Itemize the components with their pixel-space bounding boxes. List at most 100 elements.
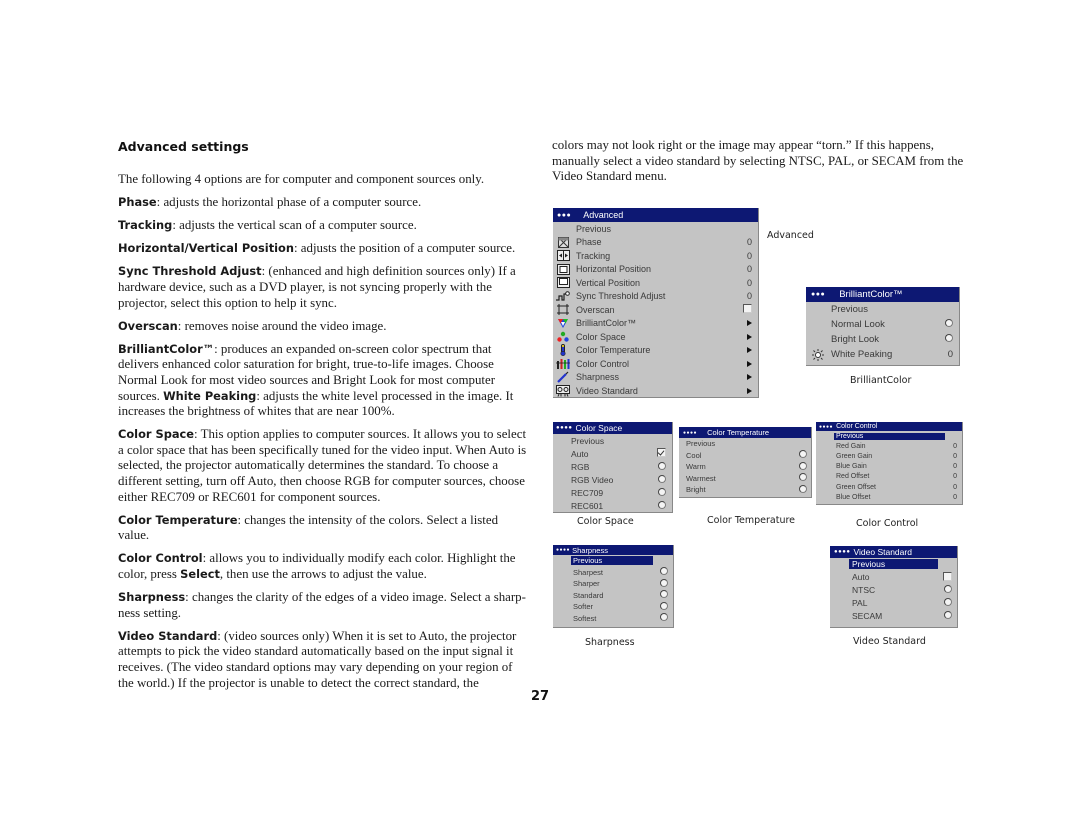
menu-item-label: Previous <box>849 559 938 570</box>
menu-item-bright-look[interactable]: Bright Look <box>806 332 959 347</box>
paragraph-color-space: Color Space: This option applies to comp… <box>118 427 527 504</box>
menu-item-blue-offset[interactable]: Blue Offset 0 <box>816 492 962 502</box>
radio-button[interactable] <box>660 567 668 576</box>
radio-button[interactable] <box>660 601 668 610</box>
menu-item-previous[interactable]: Previous <box>830 558 957 571</box>
menu-item-previous[interactable]: Previous <box>553 555 673 567</box>
menu-item-sharper[interactable]: Sharper <box>553 578 673 590</box>
caption-brilliantcolor: BrilliantColor <box>850 375 912 386</box>
item-value: 0 <box>746 291 752 302</box>
radio-button[interactable] <box>944 597 952 606</box>
menu-item-rec601[interactable]: REC601 <box>553 499 672 512</box>
menu-title: Color Space <box>575 423 623 433</box>
menu-item-phase[interactable]: Phase 0 <box>553 236 758 250</box>
radio-button[interactable] <box>660 613 668 622</box>
menu-item-red-offset[interactable]: Red Offset 0 <box>816 472 962 482</box>
advanced-menu: ●●● Advanced Previous Phase 0 Tracking 0 Hori… <box>553 208 759 398</box>
menu-item-sharpness[interactable]: Sharpness <box>553 371 758 385</box>
radio-button[interactable] <box>944 584 952 593</box>
menu-item-red-gain[interactable]: Red Gain 0 <box>816 441 962 451</box>
menu-item-overscan[interactable]: Overscan <box>553 303 758 317</box>
radio-button[interactable] <box>944 610 952 619</box>
menu-item-auto[interactable]: Auto <box>830 571 957 584</box>
menu-item-color-space[interactable]: Color Space <box>553 330 758 344</box>
menu-title-bar: ●●●● Color Temperature <box>679 427 811 438</box>
menu-item-white-peaking[interactable]: White Peaking 0 <box>806 347 959 362</box>
menu-title: Advanced <box>583 210 624 220</box>
menu-item-video-standard[interactable]: Video Standard <box>553 384 758 398</box>
menu-item-label: Previous <box>834 432 945 440</box>
menu-item-green-gain[interactable]: Green Gain 0 <box>816 451 962 461</box>
menu-item-secam[interactable]: SECAM <box>830 609 957 622</box>
caption-color-control: Color Control <box>856 518 919 529</box>
menu-item-horizontal-position[interactable]: Horizontal Position 0 <box>553 263 758 277</box>
radio-button[interactable] <box>660 590 668 599</box>
menu-level-dots: ●●● <box>557 211 572 219</box>
paragraph-sync-threshold: Sync Threshold Adjust: (enhanced and hig… <box>118 264 516 310</box>
menu-item-previous[interactable]: Previous <box>806 302 959 317</box>
menu-item-green-offset[interactable]: Green Offset 0 <box>816 482 962 492</box>
radio-button[interactable] <box>799 461 807 470</box>
menu-item-sharpest[interactable]: Sharpest <box>553 567 673 579</box>
color-space-icon <box>556 331 570 343</box>
checkbox-unchecked[interactable] <box>743 304 752 314</box>
menu-item-color-control[interactable]: Color Control <box>553 357 758 371</box>
menu-item-tracking[interactable]: Tracking 0 <box>553 249 758 263</box>
menu-item-blue-gain[interactable]: Blue Gain 0 <box>816 462 962 472</box>
menu-item-label: Blue Offset <box>836 493 871 501</box>
overscan-icon <box>556 304 570 316</box>
radio-button[interactable] <box>799 450 807 459</box>
item-value: 0 <box>746 250 752 261</box>
radio-button[interactable] <box>658 500 666 509</box>
option-control <box>656 487 666 498</box>
menu-item-label: RGB <box>571 461 590 472</box>
menu-item-previous[interactable]: Previous <box>553 222 758 236</box>
vertical-position-icon <box>556 277 570 289</box>
menu-item-label: Softest <box>573 613 597 623</box>
menu-item-standard[interactable]: Standard <box>553 590 673 602</box>
menu-title-bar: ●●●● Color Space <box>553 422 672 434</box>
menu-item-softer[interactable]: Softer <box>553 601 673 613</box>
menu-item-rgb-video[interactable]: RGB Video <box>553 473 672 486</box>
menu-item-rec709[interactable]: REC709 <box>553 486 672 499</box>
checkbox-checked[interactable] <box>657 448 666 457</box>
radio-button[interactable] <box>799 473 807 482</box>
menu-item-label: Vertical Position <box>576 277 641 288</box>
item-value: 0 <box>953 442 957 450</box>
menu-item-rgb[interactable]: RGB <box>553 460 672 473</box>
menu-item-color-temperature[interactable]: Color Temperature <box>553 344 758 358</box>
menu-item-ntsc[interactable]: NTSC <box>830 584 957 597</box>
radio-button[interactable] <box>658 487 666 496</box>
menu-item-warmest[interactable]: Warmest <box>679 473 811 485</box>
menu-item-pal[interactable]: PAL <box>830 596 957 609</box>
color-temperature-icon <box>556 344 570 357</box>
menu-item-normal-look[interactable]: Normal Look <box>806 317 959 332</box>
menu-item-auto[interactable]: Auto <box>553 447 672 460</box>
menu-item-previous[interactable]: Previous <box>679 438 811 450</box>
menu-item-cool[interactable]: Cool <box>679 450 811 462</box>
menu-item-warm[interactable]: Warm <box>679 461 811 473</box>
option-control <box>656 500 666 511</box>
radio-button[interactable] <box>660 578 668 587</box>
menu-level-dots: ●●●● <box>556 425 573 431</box>
option-control <box>742 345 752 355</box>
menu-item-label: SECAM <box>852 610 883 621</box>
radio-button[interactable] <box>945 319 953 327</box>
menu-item-bright[interactable]: Bright <box>679 484 811 496</box>
checkbox-unchecked[interactable] <box>943 571 952 581</box>
menu-item-previous[interactable]: Previous <box>553 434 672 447</box>
radio-button[interactable] <box>945 334 953 342</box>
radio-button[interactable] <box>658 461 666 470</box>
submenu-arrow-icon <box>747 333 752 340</box>
menu-item-vertical-position[interactable]: Vertical Position 0 <box>553 276 758 290</box>
paragraph-position: Horizontal/Vertical Position: adjusts th… <box>118 241 516 256</box>
menu-title: Color Temperature <box>707 428 770 437</box>
menu-item-sync-threshold-adjust[interactable]: Sync Threshold Adjust 0 <box>553 290 758 304</box>
radio-button[interactable] <box>658 474 666 483</box>
menu-item-label: Previous <box>686 439 716 449</box>
menu-item-brilliantcolor[interactable]: BrilliantColor™ <box>553 317 758 331</box>
radio-button[interactable] <box>799 484 807 493</box>
menu-item-previous[interactable]: Previous <box>816 431 962 441</box>
paragraph-tracking: Tracking: adjusts the vertical scan of a… <box>118 218 417 233</box>
menu-item-softest[interactable]: Softest <box>553 613 673 625</box>
